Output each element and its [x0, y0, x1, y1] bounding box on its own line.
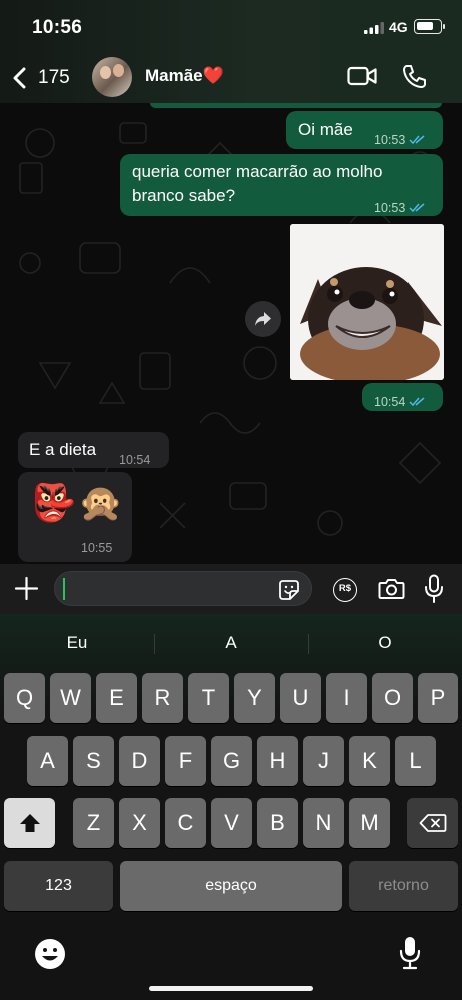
phone-icon[interactable] — [402, 64, 427, 89]
backspace-key[interactable] — [407, 798, 458, 848]
message-meta: 10:54 — [374, 390, 426, 414]
read-ticks-icon — [409, 397, 425, 407]
key[interactable]: U — [280, 673, 321, 723]
sticker-icon[interactable] — [277, 578, 301, 602]
numbers-key[interactable]: 123 — [4, 861, 113, 911]
read-ticks-icon — [409, 203, 425, 213]
emoji-icon[interactable] — [33, 937, 67, 971]
message-meta: 10:55 — [81, 536, 112, 560]
key[interactable]: P — [418, 673, 458, 723]
message-text: E a dieta — [29, 440, 97, 459]
status-time: 10:56 — [32, 17, 83, 38]
contact-avatar[interactable] — [92, 57, 132, 97]
message-time: 10:53 — [374, 133, 406, 147]
goblin-emoji: 👺 — [31, 482, 76, 523]
key[interactable]: I — [326, 673, 367, 723]
previous-message-edge — [150, 103, 442, 108]
shift-key[interactable] — [4, 798, 55, 848]
dog-photo-drawing — [290, 224, 444, 380]
suggestion-bar: Eu A O — [0, 624, 462, 662]
message-bubble-incoming[interactable]: 👺 🙊 10:55 — [18, 472, 132, 562]
video-call-icon[interactable] — [347, 65, 377, 87]
forward-icon — [255, 312, 271, 326]
key[interactable]: H — [257, 736, 298, 786]
suggestion-item[interactable]: O — [308, 624, 462, 662]
key[interactable]: Q — [4, 673, 45, 723]
battery-level — [417, 22, 433, 30]
payment-rs-icon[interactable]: R$ — [333, 578, 357, 602]
battery-icon — [414, 19, 445, 34]
message-time: 10:55 — [81, 541, 113, 555]
home-indicator[interactable] — [149, 986, 313, 991]
back-button[interactable]: 175 — [12, 64, 74, 92]
key[interactable]: W — [50, 673, 91, 723]
key[interactable]: Y — [234, 673, 275, 723]
key[interactable]: C — [165, 798, 206, 848]
key[interactable]: R — [142, 673, 183, 723]
key[interactable]: G — [211, 736, 252, 786]
contact-name[interactable]: Mamãe❤️ — [145, 66, 224, 86]
key[interactable]: F — [165, 736, 206, 786]
key[interactable]: E — [96, 673, 137, 723]
message-text: Oi mãe — [298, 120, 353, 139]
unread-count: 175 — [38, 67, 70, 88]
key[interactable]: B — [257, 798, 298, 848]
speak-no-evil-monkey-emoji: 🙊 — [78, 482, 123, 523]
network-type: 4G — [389, 19, 408, 35]
key[interactable]: D — [119, 736, 160, 786]
chat-header: 175 Mamãe❤️ — [0, 52, 462, 103]
key[interactable]: O — [372, 673, 413, 723]
key[interactable]: J — [303, 736, 344, 786]
return-key[interactable]: retorno — [349, 861, 458, 911]
contact-name-emoji: ❤️ — [202, 66, 224, 85]
message-bubble-outgoing[interactable]: 10:54 — [362, 383, 443, 411]
plus-icon[interactable] — [14, 576, 39, 601]
dictation-icon[interactable] — [399, 936, 421, 970]
message-time: 10:54 — [374, 395, 406, 409]
key[interactable]: Z — [73, 798, 114, 848]
return-label: retorno — [378, 877, 429, 894]
dog-photo-image[interactable] — [290, 224, 444, 380]
keyboard: Eu A O Q W E R T Y U I O P A S D F G H J… — [0, 614, 462, 1000]
key[interactable]: T — [188, 673, 229, 723]
message-input-bar: R$ — [0, 564, 462, 614]
contact-name-text: Mamãe — [145, 66, 203, 85]
message-time: 10:53 — [374, 201, 406, 215]
backspace-icon — [419, 814, 446, 832]
message-bubble-outgoing[interactable]: queria comer macarrão ao molho branco sa… — [120, 154, 443, 216]
suggestion-item[interactable]: A — [154, 624, 308, 662]
message-meta: 10:53 — [374, 128, 426, 152]
message-input[interactable] — [54, 571, 312, 606]
suggestion-item[interactable]: Eu — [0, 624, 154, 662]
message-meta: 10:53 — [374, 196, 426, 220]
space-key[interactable]: espaço — [120, 861, 342, 911]
key[interactable]: K — [349, 736, 390, 786]
read-ticks-icon — [409, 135, 425, 145]
key[interactable]: S — [73, 736, 114, 786]
shift-icon — [19, 814, 40, 832]
key[interactable]: A — [27, 736, 68, 786]
chat-area[interactable]: Oi mãe 10:53 queria comer macarrão ao mo… — [0, 103, 462, 564]
message-time: 10:54 — [119, 453, 151, 467]
back-chevron-icon — [13, 67, 26, 89]
key[interactable]: V — [211, 798, 252, 848]
message-meta: 10:54 — [119, 448, 150, 472]
key[interactable]: M — [349, 798, 390, 848]
camera-icon[interactable] — [378, 577, 405, 600]
key[interactable]: N — [303, 798, 344, 848]
message-bubble-incoming[interactable]: E a dieta 10:54 — [18, 432, 169, 468]
key[interactable]: L — [395, 736, 436, 786]
forward-button[interactable] — [245, 301, 281, 337]
top-bar: 10:56 4G 175 Mamãe❤️ — [0, 0, 462, 103]
message-bubble-outgoing[interactable]: Oi mãe 10:53 — [286, 111, 443, 149]
signal-icon — [364, 22, 384, 34]
text-caret — [63, 578, 65, 600]
key[interactable]: X — [119, 798, 160, 848]
microphone-icon[interactable] — [424, 574, 444, 604]
status-bar: 10:56 4G — [0, 0, 462, 52]
